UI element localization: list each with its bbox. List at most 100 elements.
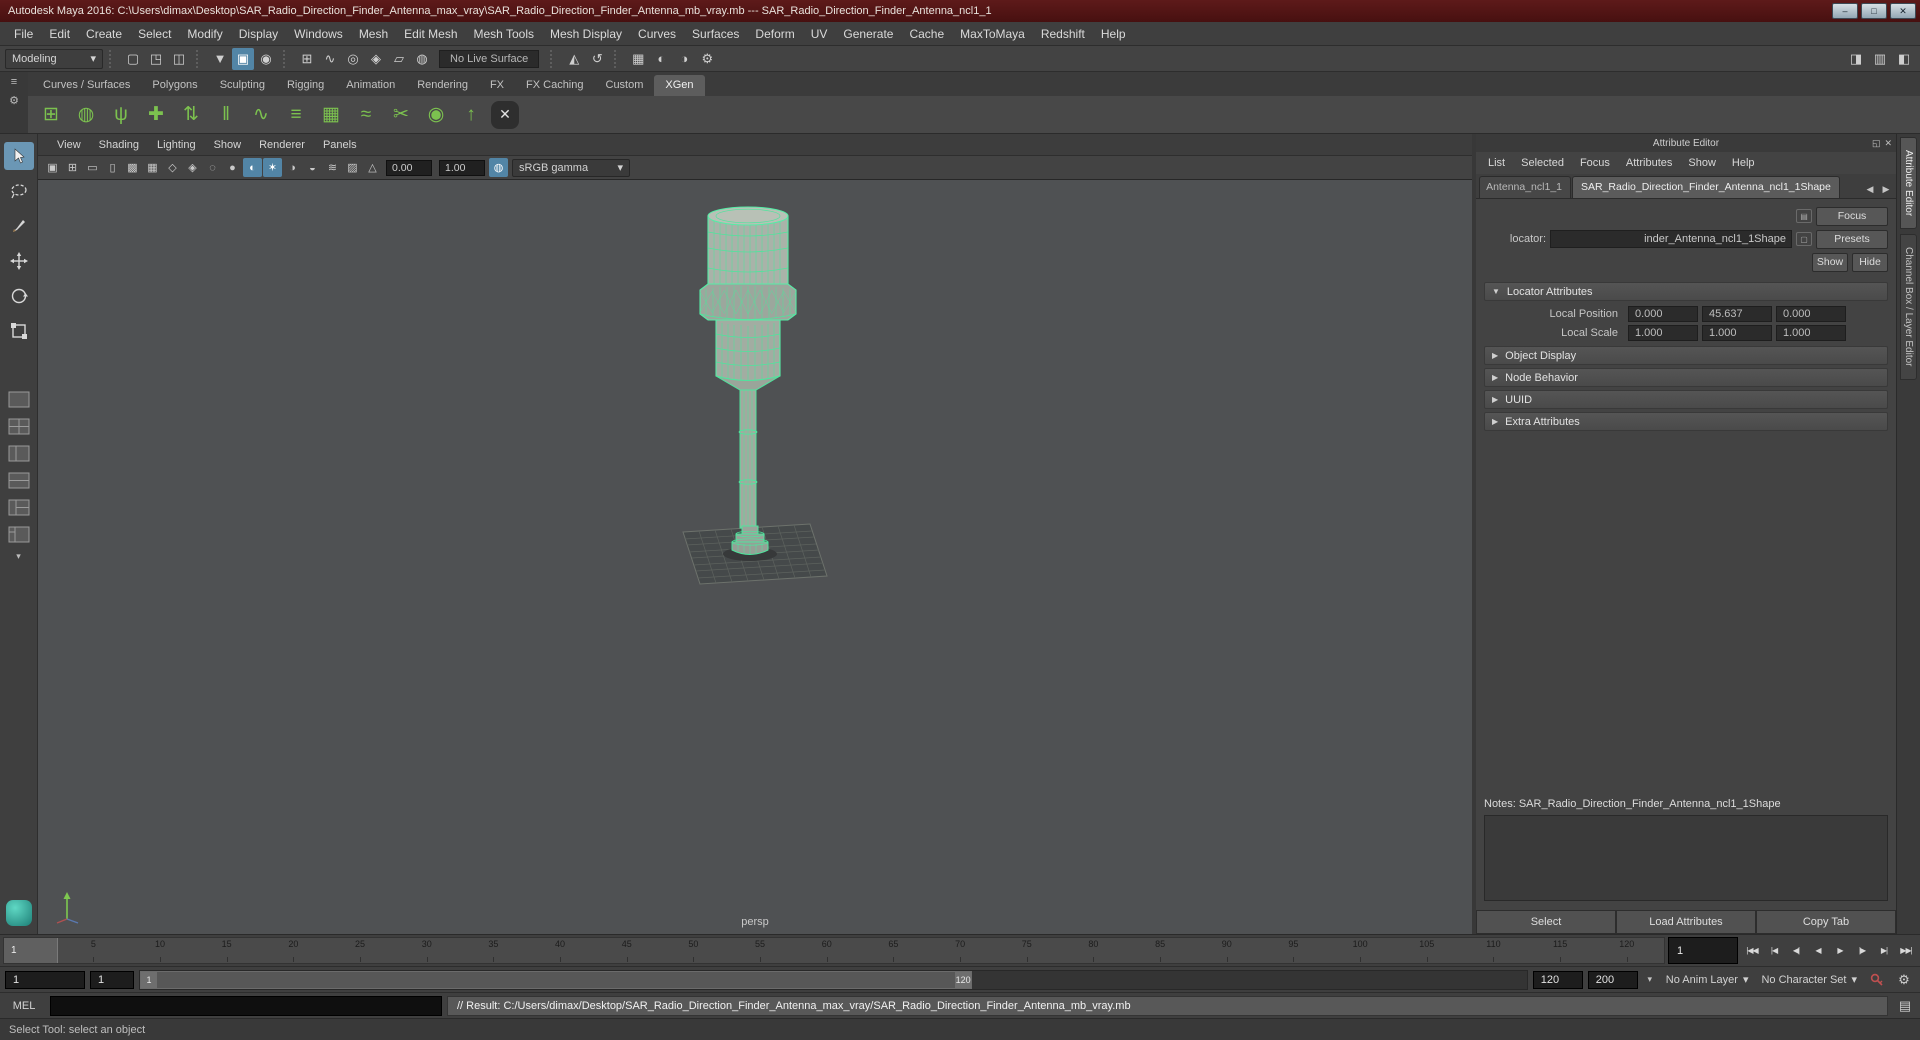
shelf-tab[interactable]: XGen	[654, 75, 705, 96]
menu-item[interactable]: Edit	[41, 22, 78, 46]
notes-textarea[interactable]	[1484, 815, 1888, 901]
xgen-density-mask-icon[interactable]: ▦	[316, 100, 346, 130]
render-settings-icon[interactable]: ⚙	[696, 48, 718, 70]
gate-mask-icon[interactable]: ▩	[123, 158, 142, 177]
smooth-shade-icon[interactable]: ●	[223, 158, 242, 177]
textured-icon[interactable]: ◐	[243, 158, 262, 177]
xray-icon[interactable]: ▨	[343, 158, 362, 177]
range-end-handle[interactable]: 120	[955, 971, 972, 988]
layout-four-pane-button[interactable]	[6, 416, 32, 436]
shadows-icon[interactable]: ◑	[283, 158, 302, 177]
lasso-tool[interactable]	[4, 177, 34, 205]
xgen-export-icon[interactable]: ↑	[456, 100, 486, 130]
toolbar-grip[interactable]	[550, 49, 557, 68]
load-attributes-button[interactable]: Load Attributes	[1616, 910, 1756, 934]
menu-item[interactable]: Mesh Tools	[466, 22, 542, 46]
field-chart-icon[interactable]: ▦	[143, 158, 162, 177]
ae-menu-item[interactable]: List	[1480, 157, 1513, 169]
step-forward-frame-button[interactable]: ▶|	[1873, 939, 1895, 963]
toolbar-grip[interactable]	[196, 49, 203, 68]
minimize-button[interactable]: –	[1832, 3, 1858, 19]
render-current-frame-icon[interactable]: ◐	[650, 48, 672, 70]
menuset-dropdown[interactable]: Modeling ▾	[5, 48, 103, 69]
animation-preferences-icon[interactable]: ⚙	[1893, 970, 1915, 990]
shelf-tab[interactable]: Custom	[595, 75, 655, 96]
viewport-canvas[interactable]: persp	[38, 180, 1472, 934]
move-tool[interactable]	[4, 247, 34, 275]
current-time-field[interactable]: 1	[1668, 937, 1738, 964]
rotate-tool[interactable]	[4, 282, 34, 310]
xgen-move-guide-icon[interactable]: ⇅	[176, 100, 206, 130]
snap-to-grid-icon[interactable]: ⊞	[296, 48, 318, 70]
section-locator-attributes[interactable]: ▼ Locator Attributes	[1484, 282, 1888, 301]
xgen-cut-hair-icon[interactable]: ✂	[386, 100, 416, 130]
layout-single-pane-button[interactable]	[6, 389, 32, 409]
script-editor-icon[interactable]: ▤	[1893, 996, 1917, 1016]
animation-start-field[interactable]: 1	[5, 970, 85, 989]
animation-end-field[interactable]: 200	[1587, 970, 1638, 989]
select-button[interactable]: Select	[1476, 910, 1616, 934]
live-surface-field[interactable]: No Live Surface	[439, 49, 540, 68]
menu-item[interactable]: Select	[130, 22, 179, 46]
ae-menu-item[interactable]: Attributes	[1618, 157, 1680, 169]
tab-prev-icon[interactable]: ◀	[1863, 184, 1877, 195]
auto-keyframe-icon[interactable]	[1866, 970, 1888, 990]
panel-close-icon[interactable]: ✕	[1884, 134, 1892, 152]
tab-next-icon[interactable]: ▶	[1879, 184, 1893, 195]
attribute-value-x[interactable]: 1.000	[1628, 324, 1698, 341]
wireframe-icon[interactable]: ◌	[203, 158, 222, 177]
ae-menu-item[interactable]: Help	[1724, 157, 1763, 169]
toolbar-grip[interactable]	[283, 49, 290, 68]
menu-item[interactable]: Surfaces	[684, 22, 747, 46]
antenna-model[interactable]	[38, 180, 1472, 934]
attr-list-icon[interactable]: ▢	[1796, 232, 1812, 246]
xgen-clump-modifier-icon[interactable]: ≈	[351, 100, 381, 130]
select-tool[interactable]	[3, 142, 34, 170]
menu-item[interactable]: MaxToMaya	[952, 22, 1033, 46]
ipr-render-icon[interactable]: ◑	[673, 48, 695, 70]
attribute-value-y[interactable]: 45.637	[1702, 305, 1772, 322]
focus-button[interactable]: Focus	[1816, 206, 1888, 226]
menu-item[interactable]: Generate	[835, 22, 901, 46]
command-language-toggle[interactable]: MEL	[3, 1000, 45, 1012]
ae-menu-item[interactable]: Focus	[1572, 157, 1618, 169]
attribute-value-x[interactable]: 0.000	[1628, 305, 1698, 322]
toolbar-grip[interactable]	[614, 49, 621, 68]
isolate-select-icon[interactable]: △	[363, 158, 382, 177]
shelf-tab[interactable]: FX	[479, 75, 515, 96]
safe-action-icon[interactable]: ◇	[163, 158, 182, 177]
attribute-value-z[interactable]: 1.000	[1776, 324, 1846, 341]
menu-item[interactable]: Curves	[630, 22, 684, 46]
playback-start-field[interactable]: 1	[90, 970, 134, 989]
xgen-logo-icon[interactable]: ✕	[491, 100, 519, 129]
maximize-button[interactable]: □	[1861, 3, 1887, 19]
toolbox-more-caret[interactable]: ▾	[16, 551, 21, 562]
exposure-field[interactable]: 0.00	[386, 159, 432, 176]
make-live-icon[interactable]: ◍	[411, 48, 433, 70]
xgen-curve-utilities-icon[interactable]: ∿	[246, 100, 276, 130]
construction-history-icon[interactable]: ↺	[586, 48, 608, 70]
shelf-tab[interactable]: Rigging	[276, 75, 335, 96]
scale-tool[interactable]	[4, 317, 34, 345]
xgen-grass-preset-icon[interactable]: ψ	[106, 100, 136, 130]
menu-item[interactable]: Cache	[901, 22, 952, 46]
snap-to-view-plane-icon[interactable]: ▱	[388, 48, 410, 70]
snap-to-curve-icon[interactable]: ∿	[319, 48, 341, 70]
toggle-sidebar-icon[interactable]: ◨	[1845, 48, 1867, 70]
section-extra-attributes[interactable]: ▶ Extra Attributes	[1484, 412, 1888, 431]
play-forwards-button[interactable]: ▶	[1829, 939, 1851, 963]
playback-end-field[interactable]: 120	[1532, 970, 1583, 989]
select-by-component-icon[interactable]: ◉	[255, 48, 277, 70]
node-name-field[interactable]: inder_Antenna_ncl1_1Shape	[1550, 230, 1792, 248]
range-slider[interactable]: 1 120	[139, 969, 1528, 990]
open-scene-icon[interactable]: ◳	[145, 48, 167, 70]
attribute-value-y[interactable]: 1.000	[1702, 324, 1772, 341]
show-button[interactable]: Show	[1812, 252, 1848, 272]
viewport-menu-item[interactable]: Panels	[314, 134, 366, 156]
ui-toggle-icon[interactable]	[5, 900, 32, 926]
dock-tab-channel-box[interactable]: Channel Box / Layer Editor	[1900, 234, 1917, 380]
color-managed-icon[interactable]: ◍	[489, 158, 508, 177]
character-set-selector[interactable]: No Character Set ▾	[1757, 973, 1861, 987]
gamma-field[interactable]: 1.00	[439, 159, 485, 176]
step-forward-key-button[interactable]: |▶	[1851, 939, 1873, 963]
